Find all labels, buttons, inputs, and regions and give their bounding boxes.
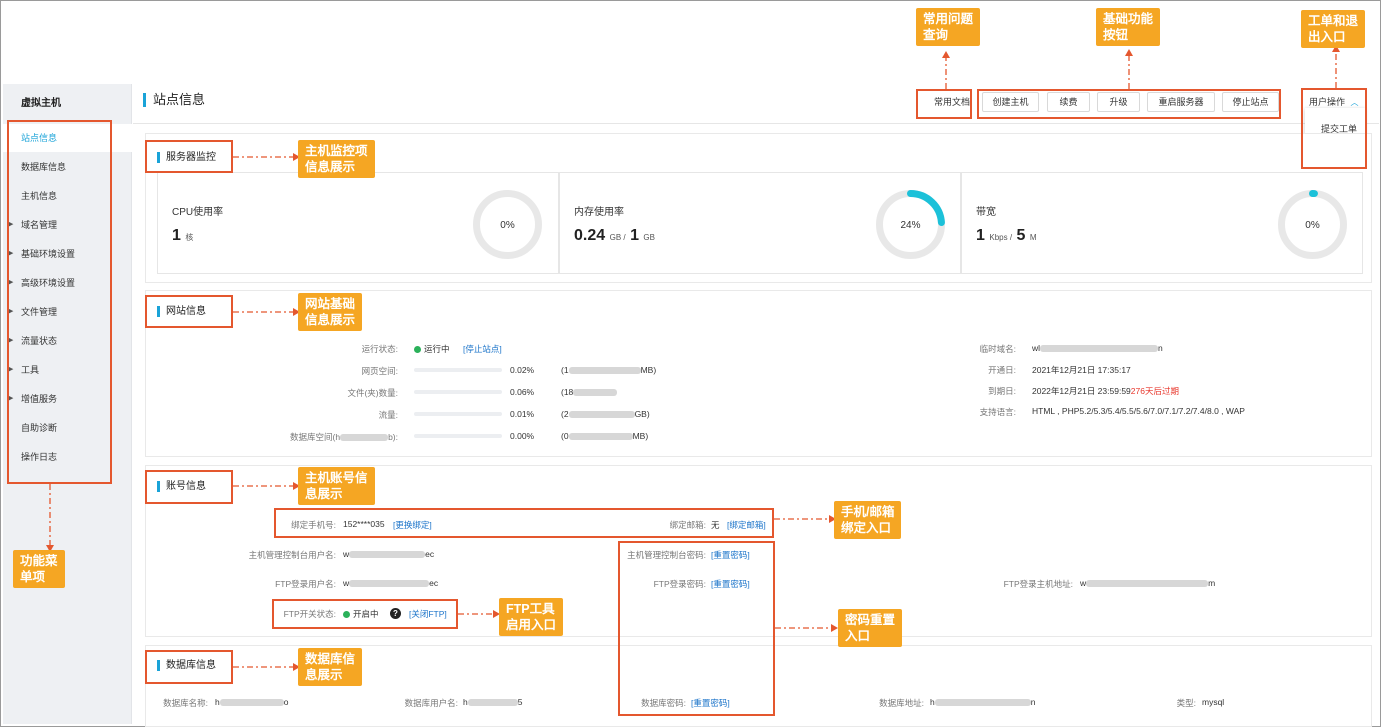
bandwidth-percent: 0% [1305,220,1320,231]
temp-domain-label: 临时域名: [979,344,1016,354]
bandwidth-label: 带宽 [976,207,996,218]
db-space-bar [414,434,502,438]
db-name: ho [215,697,289,707]
site-highlight [145,295,233,328]
cpu-gauge: 0% [473,190,542,259]
db-space-capacity: (0 MB) [561,431,649,441]
bandwidth-box: 带宽 1 Kbps / 5 M 0% [961,172,1363,274]
memory-value: 0.24 GB / 1 GB [574,227,655,244]
cpu-value: 1 核 [172,227,194,244]
note-ftp: FTP工具 启用入口 [499,598,564,636]
memory-label: 内存使用率 [574,207,624,218]
note-database: 数据库信 息展示 [298,648,363,686]
run-status-label: 运行状态: [361,344,398,354]
languages-label: 支持语言: [979,407,1016,417]
buttons-highlight [977,89,1281,119]
note-password: 密码重置 入口 [838,609,903,647]
memory-percent: 24% [900,220,920,231]
ftp-user: w ec [343,578,439,588]
note-bind: 手机/邮箱 绑定入口 [834,501,902,539]
note-ticket: 工单和退 出入口 [1301,10,1366,48]
note-menu: 功能菜 单项 [13,550,65,588]
open-date-label: 开通日: [988,365,1016,375]
database-highlight [145,650,233,684]
file-count-label: 文件(夹)数量: [347,388,398,398]
temp-domain: wl n [1032,343,1163,353]
file-count-capacity: (18 [561,387,618,397]
db-space-label: 数据库空间(h b): [290,432,398,442]
bind-highlight [274,508,774,538]
menu-highlight [7,120,112,484]
status-dot-icon [414,346,421,353]
db-user: h5 [463,697,523,707]
db-type-label: 类型: [1176,698,1196,708]
traffic-bar [414,412,502,416]
monitor-highlight [145,140,233,173]
web-space-capacity: (1 MB) [561,365,657,375]
db-type: mysql [1202,697,1225,707]
memory-box: 内存使用率 0.24 GB / 1 GB 24% [559,172,961,274]
db-name-label: 数据库名称: [163,698,208,708]
expire-date: 2022年12月21日 23:59:59276天后过期 [1032,386,1179,396]
password-highlight [618,541,775,716]
traffic-percent: 0.01% [510,409,535,419]
account-highlight [145,470,233,504]
sidebar-title: 虚拟主机 [21,98,61,109]
open-date: 2021年12月21日 17:35:17 [1032,365,1131,375]
user-menu-highlight [1301,88,1367,169]
web-space-percent: 0.02% [510,365,535,375]
bandwidth-gauge: 0% [1278,190,1347,259]
page-title: 站点信息 [143,93,205,107]
cpu-box: CPU使用率 1 核 0% [157,172,559,274]
stop-site-link[interactable]: [停止站点] [463,343,502,355]
console-user-label: 主机管理控制台用户名: [248,550,336,560]
note-basic-buttons: 基础功能 按钮 [1096,8,1161,46]
file-count-percent: 0.06% [510,387,535,397]
db-address-label: 数据库地址: [879,698,924,708]
run-status: 运行中 [414,343,450,355]
note-account: 主机账号信 息展示 [298,467,375,505]
web-space-label: 网页空间: [361,366,398,376]
web-space-bar [414,368,502,372]
expire-date-label: 到期日: [988,386,1016,396]
cpu-percent: 0% [500,220,515,231]
cpu-label: CPU使用率 [172,207,224,218]
file-count-bar [414,390,502,394]
ftp-host: wm [1080,578,1216,588]
languages: HTML , PHP5.2/5.3/5.4/5.5/5.6/7.0/7.1/7.… [1032,406,1245,416]
note-site: 网站基础 信息展示 [298,293,363,331]
db-space-percent: 0.00% [510,431,535,441]
ftp-highlight [272,599,458,629]
traffic-capacity: (2 GB) [561,409,650,419]
note-monitor: 主机监控项 信息展示 [298,140,375,178]
memory-gauge: 24% [876,190,945,259]
ftp-host-label: FTP登录主机地址: [1003,579,1073,589]
ftp-user-label: FTP登录用户名: [275,579,336,589]
traffic-label: 流量: [378,410,398,420]
expire-warning: 276天后过期 [1130,386,1179,396]
docs-highlight [916,89,972,119]
db-user-label: 数据库用户名: [404,698,458,708]
bandwidth-value: 1 Kbps / 5 M [976,227,1037,244]
db-address: hn [930,697,1036,707]
note-faq: 常用问题 查询 [916,8,981,46]
console-user: w ec [343,549,435,559]
